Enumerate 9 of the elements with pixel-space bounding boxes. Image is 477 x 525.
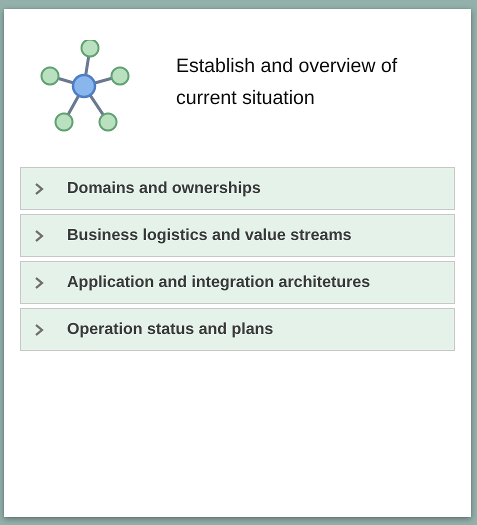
chevron-icon (33, 276, 45, 290)
accordion-header[interactable]: Domains and ownerships (20, 167, 455, 210)
accordion-header[interactable]: Business logistics and value streams (20, 214, 455, 257)
accordion-header[interactable]: Application and integration architetures (20, 261, 455, 304)
accordion-header[interactable]: Operation status and plans (20, 308, 455, 351)
chevron-icon (33, 182, 45, 196)
chevron-icon (33, 228, 45, 242)
card-title: Establish and overview of current situation (176, 54, 398, 111)
chevron-icon (33, 322, 45, 336)
